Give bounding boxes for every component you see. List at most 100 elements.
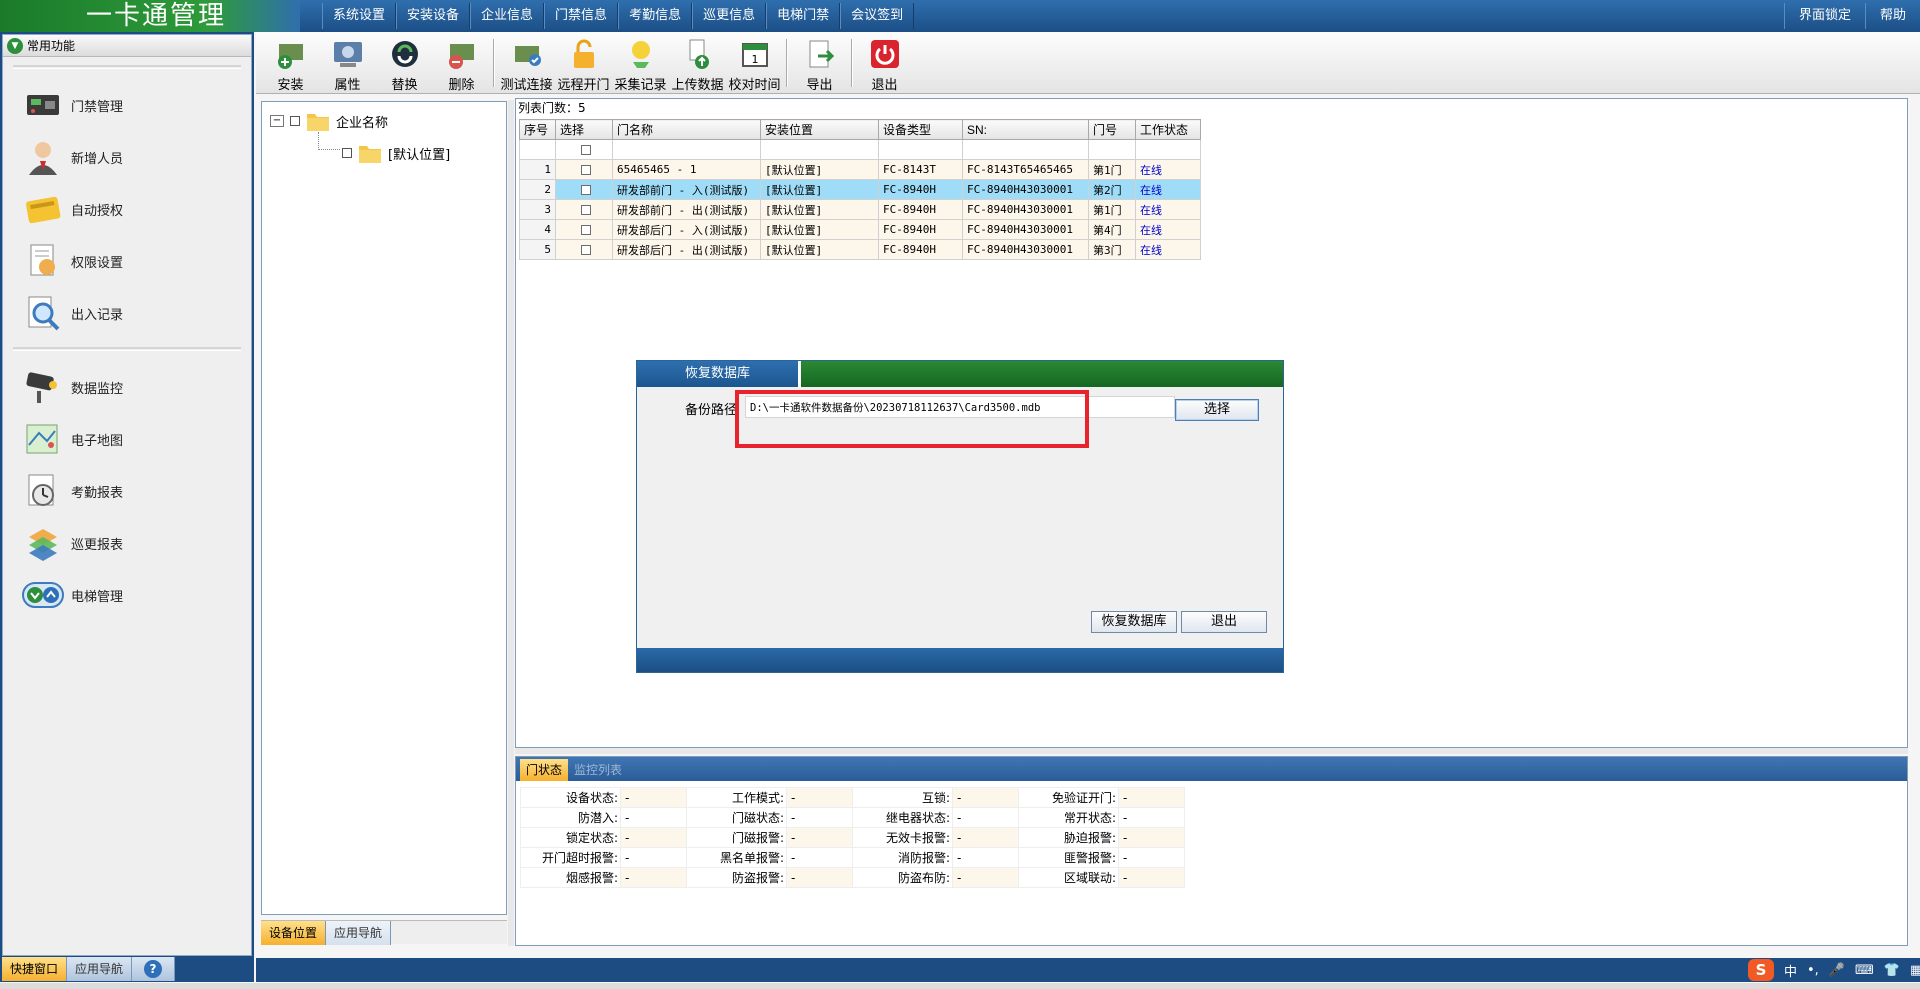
left-item-data-monitor[interactable]: 数据监控 — [3, 361, 251, 413]
table-row[interactable]: 5 研发部后门 - 出(测试版) [默认位置] FC-8940H FC-8940H430… — [519, 239, 1201, 260]
menu-elevator-access[interactable]: 电梯门禁 — [766, 3, 841, 29]
delete-button[interactable]: 删除 — [433, 33, 490, 93]
collect-records-button[interactable]: 采集记录 — [612, 33, 669, 93]
col-header-no[interactable]: 序号 — [519, 119, 556, 140]
select-all-cell — [555, 139, 613, 160]
row-select[interactable] — [555, 199, 613, 220]
status-label: 门磁状态: — [686, 807, 787, 828]
tab-device-location[interactable]: 设备位置 — [261, 921, 327, 945]
tab-quick-window[interactable]: 快捷窗口 — [2, 957, 68, 981]
status-label: 开门超时报警: — [520, 847, 621, 868]
sn-cell: FC-8143T65465465 — [962, 159, 1089, 180]
menu-system-settings[interactable]: 系统设置 — [322, 3, 397, 29]
table-row[interactable]: 1 65465465 - 1 [默认位置] FC-8143T FC-8143T65465… — [519, 159, 1201, 180]
left-divider — [13, 347, 241, 351]
install-button[interactable]: 安装 — [262, 33, 319, 93]
tab-app-nav[interactable]: 应用导航 — [67, 957, 133, 981]
door-no-cell: 第1门 — [1088, 199, 1136, 220]
table-row[interactable]: 4 研发部后门 - 入(测试版) [默认位置] FC-8940H FC-8940H430… — [519, 219, 1201, 240]
status-value: - — [620, 867, 687, 888]
replace-button[interactable]: 替换 — [376, 33, 433, 93]
exit-app-button[interactable]: 退出 — [856, 33, 913, 93]
tab-door-status[interactable]: 门状态 — [520, 759, 569, 781]
col-header-device-type[interactable]: 设备类型 — [878, 119, 963, 140]
col-header-location[interactable]: 安装位置 — [760, 119, 879, 140]
table-row[interactable]: 2 研发部前门 - 入(测试版) [默认位置] FC-8940H FC-8940H430… — [519, 179, 1201, 200]
left-item-access-records[interactable]: 出入记录 — [3, 287, 251, 339]
row-select[interactable] — [555, 239, 613, 260]
select-all-checkbox[interactable] — [581, 145, 591, 155]
export-icon — [803, 37, 837, 70]
collapse-minus-icon[interactable]: − — [270, 115, 284, 127]
help-tab[interactable]: ? — [132, 957, 176, 981]
status-label: 烟感报警: — [520, 867, 621, 888]
status-value: - — [952, 807, 1019, 828]
tab-tree-app-nav[interactable]: 应用导航 — [326, 921, 392, 945]
door-no-cell: 第3门 — [1088, 239, 1136, 260]
location-cell: [默认位置] — [760, 179, 879, 200]
sogou-ime-logo[interactable]: S — [1748, 959, 1774, 981]
replace-label: 替换 — [391, 78, 418, 93]
device-type-cell: FC-8940H — [878, 239, 963, 260]
col-header-select[interactable]: 选择 — [555, 119, 613, 140]
col-header-door-name[interactable]: 门名称 — [612, 119, 761, 140]
left-item-access-control[interactable]: 门禁管理 — [3, 79, 251, 131]
left-item-e-map[interactable]: 电子地图 — [3, 413, 251, 465]
left-item-permissions[interactable]: 权限设置 — [3, 235, 251, 287]
lock-ui-button[interactable]: 界面锁定 — [1783, 3, 1865, 29]
menu-patrol-info[interactable]: 巡更信息 — [692, 3, 767, 29]
menu-meeting-signin[interactable]: 会议签到 — [840, 3, 915, 29]
table-row[interactable]: 3 研发部前门 - 出(测试版) [默认位置] FC-8940H FC-8940H430… — [519, 199, 1201, 220]
ime-language-toggle[interactable]: 中 — [1784, 961, 1797, 980]
left-item-label: 考勤报表 — [71, 485, 124, 501]
restore-database-button[interactable]: 恢复数据库 — [1091, 611, 1177, 633]
export-button[interactable]: 导出 — [791, 33, 848, 93]
upload-data-button[interactable]: 上传数据 — [669, 33, 726, 93]
menu-install-device[interactable]: 安装设备 — [396, 3, 471, 29]
layers-icon — [21, 521, 65, 565]
keyboard-icon[interactable]: ⌨ — [1855, 963, 1874, 978]
tree-child[interactable]: [默认位置] — [342, 142, 450, 164]
status-label: 工作模式: — [686, 787, 787, 808]
tree-checkbox[interactable] — [290, 116, 300, 126]
row-checkbox[interactable] — [581, 165, 591, 175]
dialog-titlebar[interactable]: 恢复数据库 — [637, 361, 1283, 387]
row-checkbox[interactable] — [581, 205, 591, 215]
remote-open-button[interactable]: 远程开门 — [555, 33, 612, 93]
col-header-sn[interactable]: SN: — [962, 119, 1089, 140]
test-connection-button[interactable]: 测试连接 — [498, 33, 555, 93]
left-item-auto-auth[interactable]: 自动授权 — [3, 183, 251, 235]
tab-monitor-list[interactable]: 监控列表 — [568, 759, 628, 781]
col-header-door-no[interactable]: 门号 — [1088, 119, 1136, 140]
menu-company-info[interactable]: 企业信息 — [470, 3, 545, 29]
row-select[interactable] — [555, 179, 613, 200]
microphone-icon[interactable]: 🎤 — [1829, 963, 1845, 978]
skin-icon[interactable]: 👕 — [1884, 963, 1900, 978]
tree-root[interactable]: − 企业名称 — [270, 110, 388, 132]
row-checkbox[interactable] — [581, 225, 591, 235]
clock-icon — [21, 469, 65, 513]
menu-access-info[interactable]: 门禁信息 — [544, 3, 619, 29]
row-select[interactable] — [555, 159, 613, 180]
left-item-elevator[interactable]: 电梯管理 — [3, 569, 251, 621]
sync-time-button[interactable]: 1 校对时间 — [726, 33, 783, 93]
horizontal-splitter[interactable] — [515, 748, 1908, 754]
grid-menu-icon[interactable]: ▦ — [1910, 963, 1920, 978]
ime-punctuation-toggle[interactable]: •, — [1807, 963, 1819, 978]
left-item-add-person[interactable]: 新增人员 — [3, 131, 251, 183]
vertical-splitter[interactable] — [508, 100, 514, 946]
select-file-button[interactable]: 选择 — [1175, 399, 1259, 421]
row-checkbox[interactable] — [581, 245, 591, 255]
menu-attendance-info[interactable]: 考勤信息 — [618, 3, 693, 29]
left-item-attendance-report[interactable]: 考勤报表 — [3, 465, 251, 517]
dialog-exit-button[interactable]: 退出 — [1181, 611, 1267, 633]
row-select[interactable] — [555, 219, 613, 240]
row-checkbox[interactable] — [581, 185, 591, 195]
properties-button[interactable]: 属性 — [319, 33, 376, 93]
help-button[interactable]: 帮助 — [1864, 3, 1920, 29]
left-item-patrol-report[interactable]: 巡更报表 — [3, 517, 251, 569]
tree-checkbox[interactable] — [342, 148, 352, 158]
col-header-status[interactable]: 工作状态 — [1135, 119, 1201, 140]
device-type-cell: FC-8940H — [878, 199, 963, 220]
left-panel-header[interactable]: ▼ 常用功能 — [3, 35, 251, 57]
